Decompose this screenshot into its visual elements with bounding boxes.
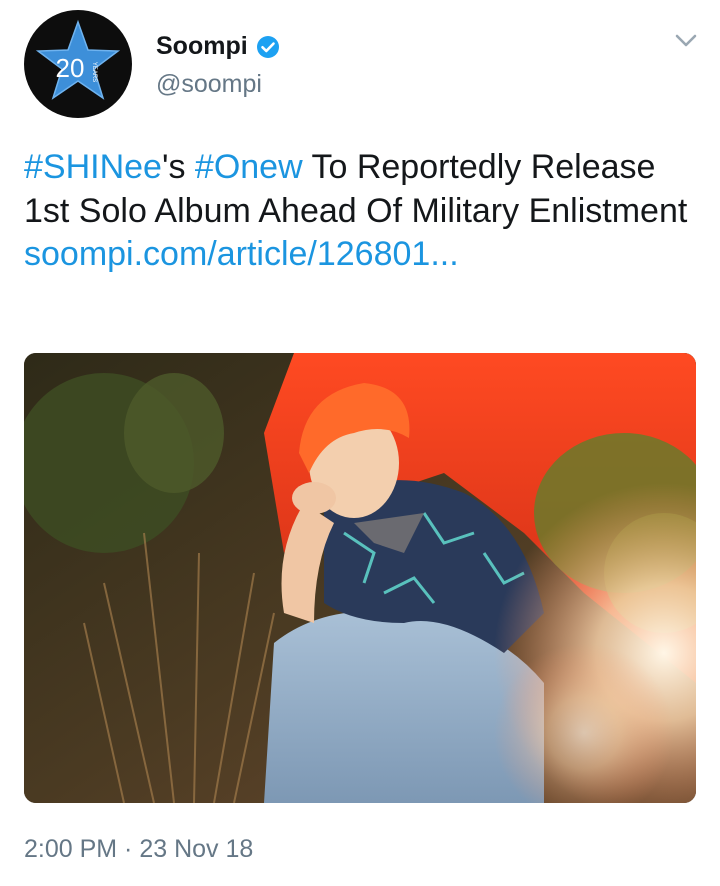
- star-logo-icon: 20 YEARS: [35, 19, 121, 100]
- tweet-text: #SHINee's #Onew To Reportedly Release 1s…: [24, 146, 694, 277]
- tweet-text-part1: 's: [161, 148, 195, 186]
- author-handle[interactable]: @soompi: [156, 70, 262, 99]
- tweet-photo[interactable]: [24, 353, 696, 803]
- avatar-number: 20: [56, 53, 85, 83]
- avatar-subtext: YEARS: [91, 62, 97, 82]
- verified-badge-icon: [256, 35, 279, 58]
- author-name-row[interactable]: Soompi: [156, 32, 280, 61]
- avatar[interactable]: 20 YEARS: [24, 10, 132, 118]
- tweet-timestamp[interactable]: 2:00 PM · 23 Nov 18: [24, 835, 253, 864]
- author-name[interactable]: Soompi: [156, 32, 248, 61]
- chevron-down-icon[interactable]: [672, 26, 700, 54]
- hashtag-onew[interactable]: #Onew: [195, 148, 303, 186]
- photo-image: [24, 353, 696, 803]
- hashtag-shinee[interactable]: #SHINee: [24, 148, 162, 186]
- tweet-card: 20 YEARS Soompi @soompi #SHINee's #Onew …: [0, 0, 720, 886]
- article-link[interactable]: soompi.com/article/126801...: [24, 233, 694, 277]
